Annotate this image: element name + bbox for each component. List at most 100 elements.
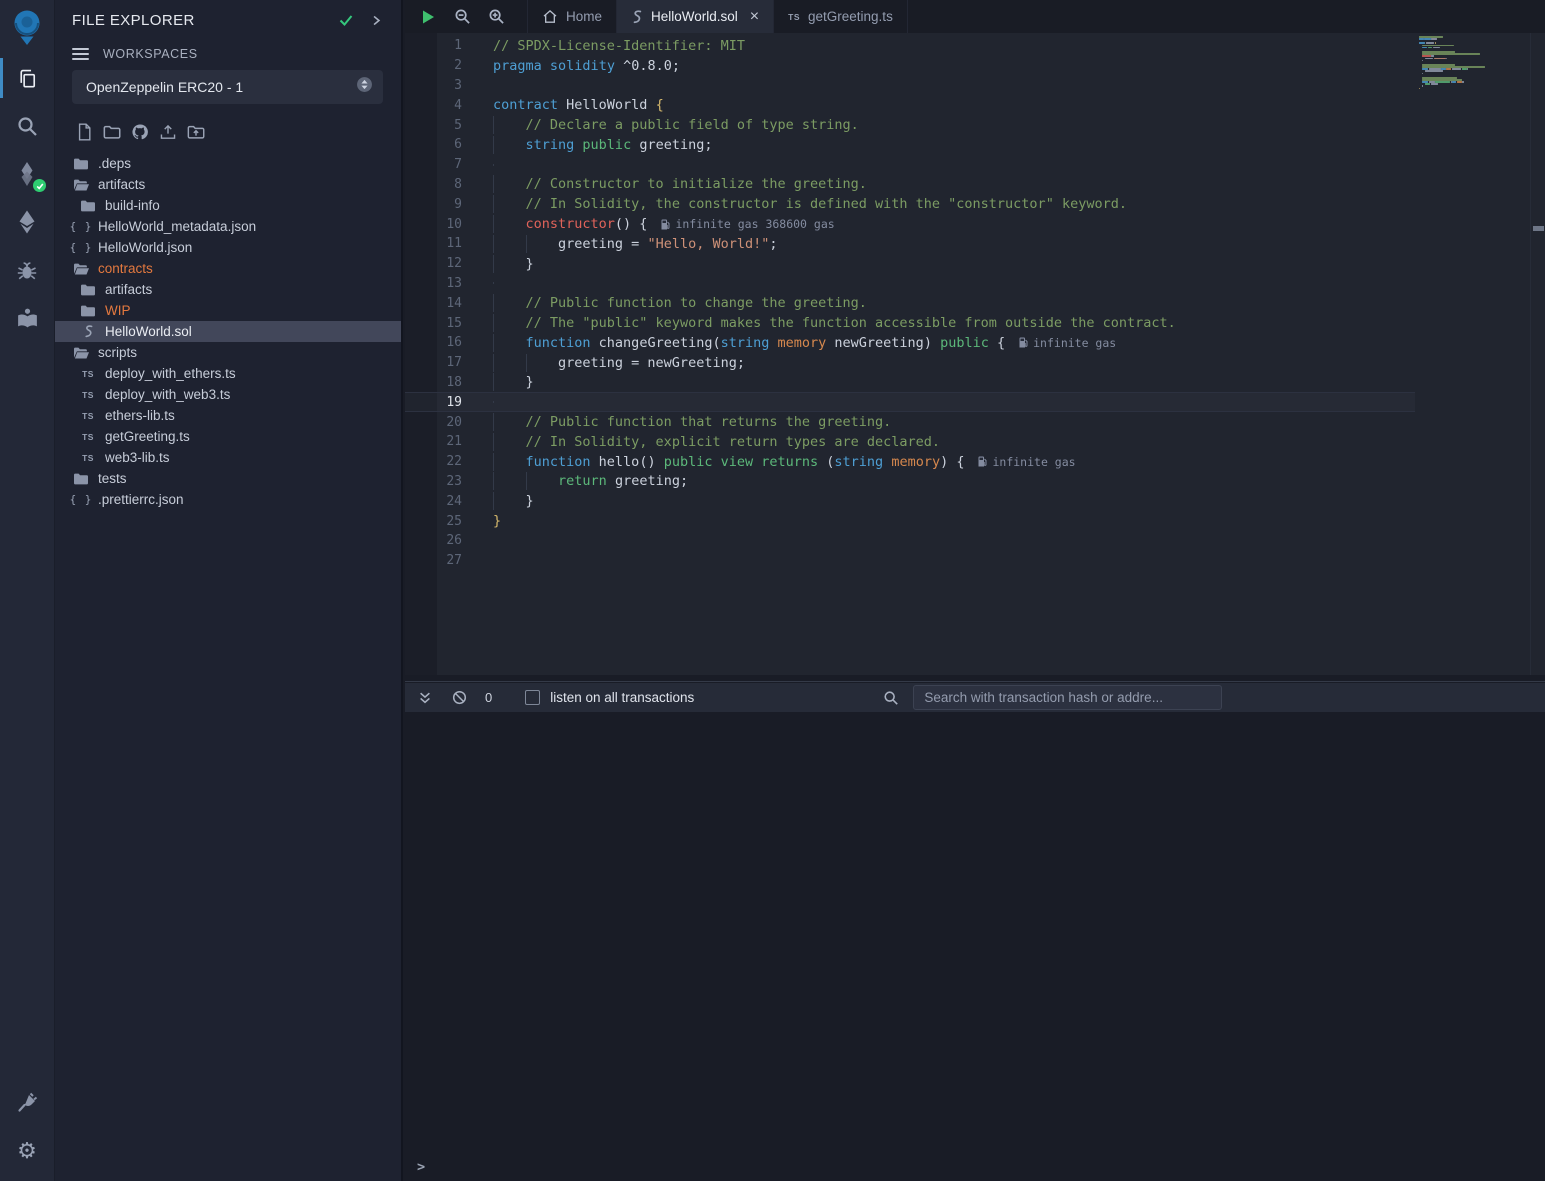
code-line-6[interactable]: 6 string public greeting;: [405, 135, 1415, 155]
tree-item-artifacts[interactable]: artifacts: [55, 174, 401, 195]
code-line-2[interactable]: 2pragma solidity ^0.8.0;: [405, 56, 1415, 76]
tree-item-scripts[interactable]: scripts: [55, 342, 401, 363]
code-line-19[interactable]: 19: [405, 392, 1415, 412]
line-number[interactable]: 21: [405, 434, 462, 449]
line-number[interactable]: 11: [405, 236, 462, 251]
zoom-out-button[interactable]: [445, 0, 479, 33]
code-line-16[interactable]: 16 function changeGreeting(string memory…: [405, 333, 1415, 353]
code-line-14[interactable]: 14 // Public function to change the gree…: [405, 293, 1415, 313]
tree-item-deploy-with-ethers-ts[interactable]: TSdeploy_with_ethers.ts: [55, 363, 401, 384]
tab-helloworld-sol[interactable]: HelloWorld.sol ×: [617, 0, 774, 33]
code-line-9[interactable]: 9 // In Solidity, the constructor is def…: [405, 194, 1415, 214]
expand-terminal-icon[interactable]: [415, 688, 435, 708]
line-number[interactable]: 20: [405, 415, 462, 430]
github-icon[interactable]: [131, 122, 149, 142]
line-number[interactable]: 26: [405, 533, 462, 548]
terminal-content[interactable]: >: [405, 712, 1545, 1181]
editor-scrollbar[interactable]: [1530, 33, 1545, 675]
line-number[interactable]: 12: [405, 256, 462, 271]
code-line-26[interactable]: 26: [405, 531, 1415, 551]
sidebar-item-learneth[interactable]: [0, 294, 54, 342]
line-number[interactable]: 6: [405, 137, 462, 152]
tree-item-web3-lib-ts[interactable]: TSweb3-lib.ts: [55, 447, 401, 468]
code-line-11[interactable]: 11 greeting = "Hello, World!";: [405, 234, 1415, 254]
line-number[interactable]: 18: [405, 375, 462, 390]
line-number[interactable]: 25: [405, 514, 462, 529]
line-number[interactable]: 2: [405, 58, 462, 73]
upload-file-icon[interactable]: [159, 122, 177, 142]
code-line-8[interactable]: 8 // Constructor to initialize the greet…: [405, 175, 1415, 195]
tree-item--deps[interactable]: .deps: [55, 153, 401, 174]
workspace-ok-icon[interactable]: [335, 9, 357, 31]
tree-item-build-info[interactable]: build-info: [55, 195, 401, 216]
line-number[interactable]: 17: [405, 355, 462, 370]
remix-logo-icon[interactable]: [0, 0, 54, 54]
code-line-18[interactable]: 18 }: [405, 373, 1415, 393]
line-number[interactable]: 19: [405, 395, 462, 410]
tree-item-wip[interactable]: WIP: [55, 300, 401, 321]
line-number[interactable]: 10: [405, 217, 462, 232]
new-file-icon[interactable]: [75, 122, 93, 142]
sidebar-item-settings[interactable]: ⚙: [0, 1127, 54, 1175]
code-line-12[interactable]: 12 }: [405, 254, 1415, 274]
tree-item--prettierrc-json[interactable]: { }.prettierrc.json: [55, 489, 401, 510]
code-line-27[interactable]: 27: [405, 551, 1415, 571]
workspaces-menu-icon[interactable]: [72, 48, 89, 60]
line-number[interactable]: 24: [405, 494, 462, 509]
terminal-search-input[interactable]: [913, 685, 1222, 710]
tree-item-contracts[interactable]: contracts: [55, 258, 401, 279]
code-line-17[interactable]: 17 greeting = newGreeting;: [405, 353, 1415, 373]
close-icon[interactable]: ×: [750, 9, 759, 25]
tree-item-ethers-lib-ts[interactable]: TSethers-lib.ts: [55, 405, 401, 426]
code-line-3[interactable]: 3: [405, 76, 1415, 96]
new-folder-icon[interactable]: [103, 122, 121, 142]
chevron-right-icon[interactable]: [365, 9, 387, 31]
zoom-in-button[interactable]: [479, 0, 513, 33]
line-number[interactable]: 1: [405, 38, 462, 53]
upload-folder-icon[interactable]: [187, 122, 205, 142]
code-line-25[interactable]: 25}: [405, 511, 1415, 531]
line-number[interactable]: 27: [405, 553, 462, 568]
line-number[interactable]: 4: [405, 98, 462, 113]
tree-item-helloworld-sol[interactable]: HelloWorld.sol: [55, 321, 401, 342]
tab-home[interactable]: Home: [527, 0, 617, 33]
tree-item-artifacts[interactable]: artifacts: [55, 279, 401, 300]
code-line-20[interactable]: 20 // Public function that returns the g…: [405, 412, 1415, 432]
sidebar-item-plugin-manager[interactable]: [0, 1079, 54, 1127]
line-number[interactable]: 7: [405, 157, 462, 172]
tree-item-deploy-with-web3-ts[interactable]: TSdeploy_with_web3.ts: [55, 384, 401, 405]
code-line-7[interactable]: 7: [405, 155, 1415, 175]
minimap[interactable]: [1419, 36, 1519, 98]
code-line-1[interactable]: 1// SPDX-License-Identifier: MIT: [405, 36, 1415, 56]
code-line-15[interactable]: 15 // The "public" keyword makes the fun…: [405, 313, 1415, 333]
terminal-resize-handle[interactable]: [405, 675, 1545, 682]
code-line-10[interactable]: 10 constructor() {infinite gas 368600 ga…: [405, 214, 1415, 234]
line-number[interactable]: 15: [405, 316, 462, 331]
code-line-5[interactable]: 5 // Declare a public field of type stri…: [405, 115, 1415, 135]
line-number[interactable]: 22: [405, 454, 462, 469]
code-line-23[interactable]: 23 return greeting;: [405, 472, 1415, 492]
tree-item-tests[interactable]: tests: [55, 468, 401, 489]
code-line-4[interactable]: 4contract HelloWorld {: [405, 95, 1415, 115]
tree-item-getgreeting-ts[interactable]: TSgetGreeting.ts: [55, 426, 401, 447]
sidebar-item-search[interactable]: [0, 102, 54, 150]
tab-getgreeting-ts[interactable]: TS getGreeting.ts: [774, 0, 908, 33]
run-script-button[interactable]: [411, 0, 445, 33]
code-line-22[interactable]: 22 function hello() public view returns …: [405, 452, 1415, 472]
code-line-24[interactable]: 24 }: [405, 491, 1415, 511]
sidebar-item-file-explorer[interactable]: [0, 54, 54, 102]
tree-item-helloworld-metadata-json[interactable]: { }HelloWorld_metadata.json: [55, 216, 401, 237]
sidebar-item-solidity-compiler[interactable]: [0, 150, 54, 198]
code-editor[interactable]: 1// SPDX-License-Identifier: MIT2pragma …: [405, 33, 1545, 675]
line-number[interactable]: 14: [405, 296, 462, 311]
code-line-13[interactable]: 13: [405, 274, 1415, 294]
code-line-21[interactable]: 21 // In Solidity, explicit return types…: [405, 432, 1415, 452]
workspace-dropdown[interactable]: OpenZeppelin ERC20 - 1: [72, 70, 383, 104]
line-number[interactable]: 9: [405, 197, 462, 212]
tree-item-helloworld-json[interactable]: { }HelloWorld.json: [55, 237, 401, 258]
line-number[interactable]: 16: [405, 335, 462, 350]
line-number[interactable]: 13: [405, 276, 462, 291]
line-number[interactable]: 8: [405, 177, 462, 192]
sidebar-item-debugger[interactable]: [0, 246, 54, 294]
line-number[interactable]: 5: [405, 118, 462, 133]
